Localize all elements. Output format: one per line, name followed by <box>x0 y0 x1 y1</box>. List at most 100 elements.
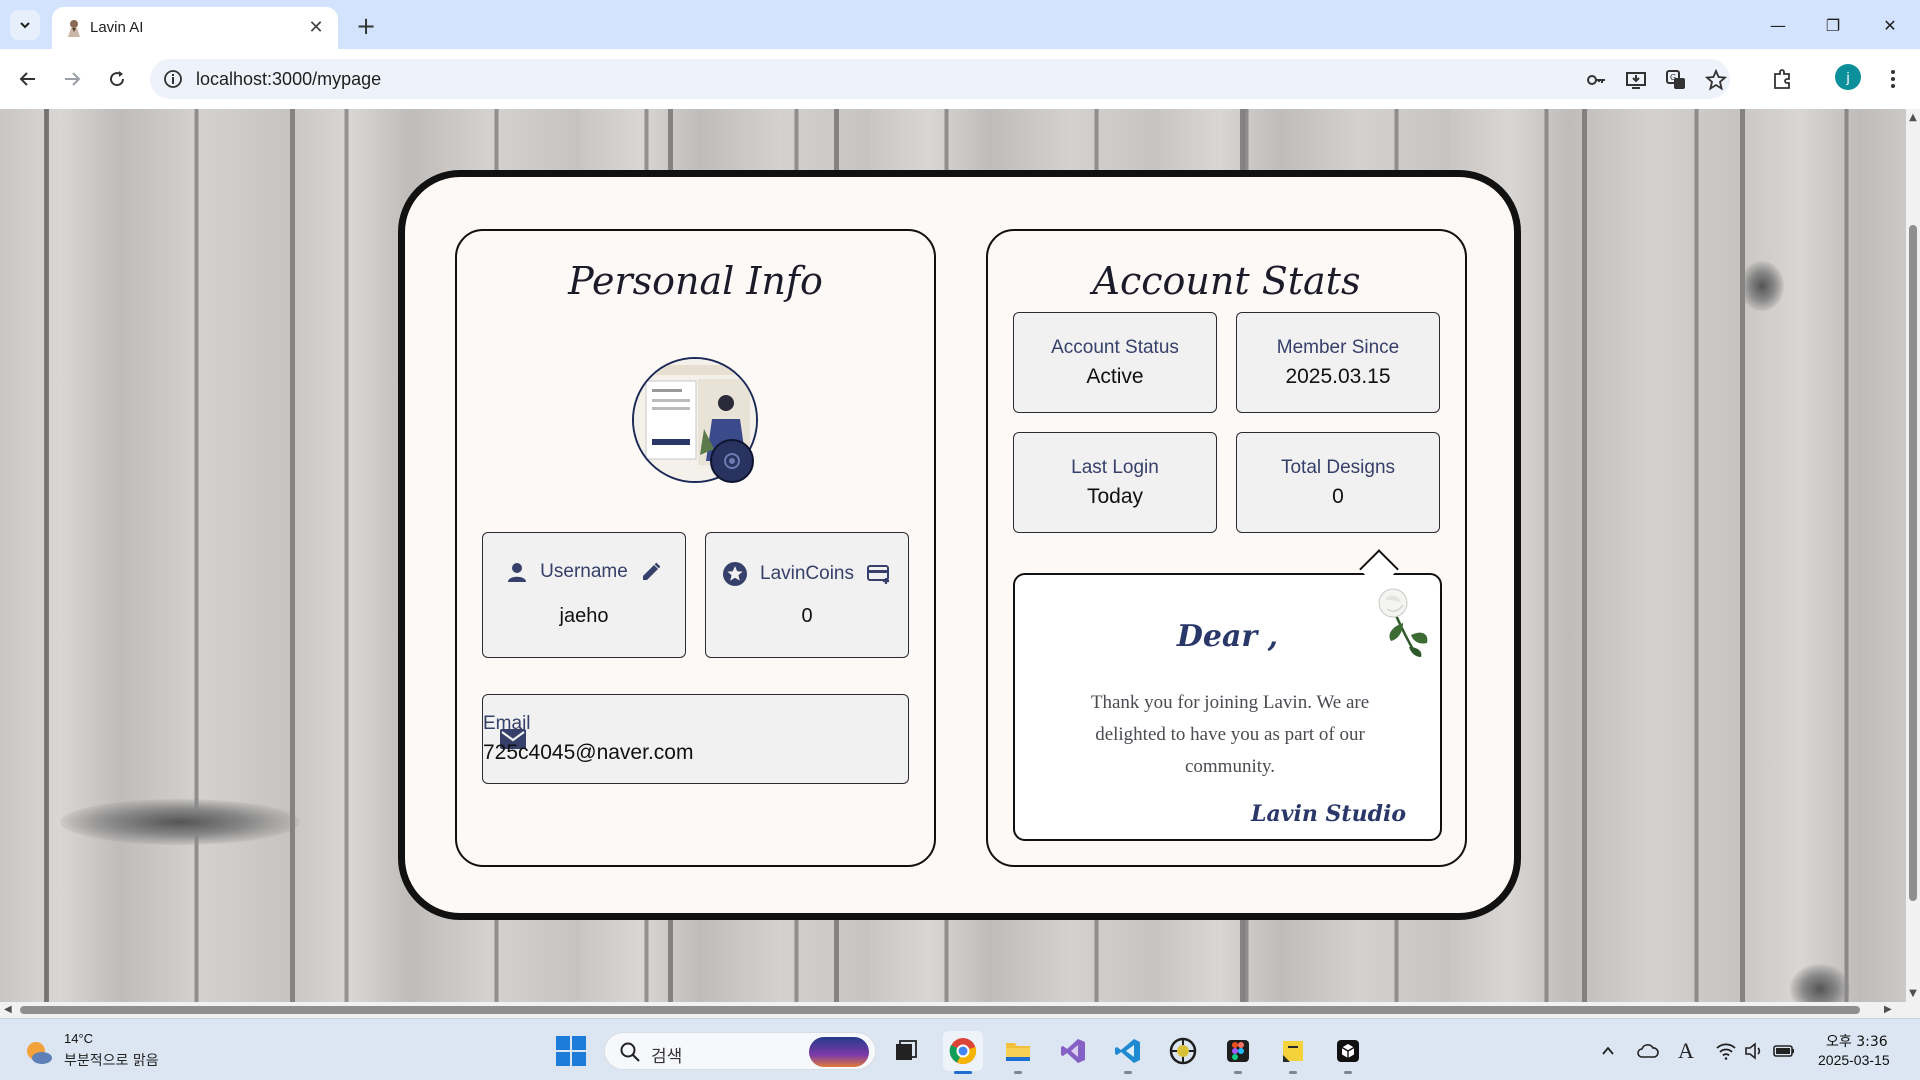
bookmark-star-icon[interactable] <box>1704 68 1728 92</box>
account-stats-panel: Account Stats Account Status Active Memb… <box>986 229 1467 867</box>
puzzle-icon <box>1774 69 1790 89</box>
browser-menu-button[interactable] <box>1877 63 1909 95</box>
vertical-scroll-thumb[interactable] <box>1909 225 1917 901</box>
taskbar-app-globe[interactable] <box>1163 1031 1203 1071</box>
taskbar-visual-studio[interactable] <box>1053 1031 1093 1071</box>
taskbar-chrome[interactable] <box>943 1031 983 1074</box>
extensions-button[interactable] <box>1766 63 1798 95</box>
reload-button[interactable] <box>101 63 133 95</box>
globe-app-icon <box>1169 1037 1197 1065</box>
running-indicator <box>1289 1071 1297 1074</box>
windows-logo-icon <box>572 1052 586 1066</box>
username-value: jaeho <box>559 605 609 627</box>
scroll-up-arrow-icon[interactable]: ▲ <box>1908 113 1918 123</box>
stat-total-designs: Total Designs 0 <box>1236 432 1440 533</box>
taskbar-app-box[interactable] <box>1328 1031 1368 1074</box>
svg-text:G: G <box>1670 73 1676 82</box>
ime-font-icon[interactable]: A <box>1674 1038 1698 1063</box>
install-app-icon[interactable] <box>1624 68 1648 92</box>
letter-body: Thank you for joining Lavin. We are deli… <box>1090 692 1370 777</box>
address-bar[interactable]: localhost:3000/mypage G <box>150 59 1730 99</box>
taskbar-figma[interactable] <box>1218 1031 1258 1074</box>
url-text[interactable]: localhost:3000/mypage <box>196 69 381 90</box>
back-button[interactable] <box>12 63 44 95</box>
chrome-icon <box>949 1038 977 1065</box>
stat-value: Today <box>1086 485 1144 508</box>
running-indicator <box>954 1071 972 1074</box>
stat-value: 0 <box>1332 485 1344 508</box>
personal-info-title: Personal Info <box>568 259 823 303</box>
stat-value: Active <box>1086 365 1144 388</box>
visual-studio-icon <box>1061 1039 1085 1063</box>
horizontal-scrollbar[interactable]: ◀ ▶ <box>0 1002 1920 1018</box>
new-tab-button[interactable]: + <box>352 12 380 40</box>
start-button[interactable] <box>556 1036 586 1066</box>
taskbar-search[interactable]: 검색 <box>604 1032 876 1070</box>
change-photo-button[interactable] <box>710 439 754 483</box>
onedrive-cloud-icon[interactable] <box>1636 1039 1660 1063</box>
profile-image-wrapper <box>632 357 758 483</box>
sticky-notes-icon <box>1283 1041 1303 1062</box>
running-indicator <box>1124 1071 1132 1074</box>
search-icon <box>620 1042 640 1062</box>
add-card-icon[interactable] <box>866 563 892 585</box>
stat-label: Last Login <box>1071 457 1159 478</box>
mypage-card: Personal Info Username jaeho LavinCoins … <box>398 170 1521 920</box>
stat-label: Member Since <box>1276 337 1400 358</box>
wood-knot <box>60 799 300 845</box>
forward-button[interactable] <box>56 63 88 95</box>
taskbar-task-view[interactable] <box>886 1031 926 1071</box>
scroll-left-arrow-icon[interactable]: ◀ <box>4 1004 12 1015</box>
horizontal-scroll-thumb[interactable] <box>20 1006 1860 1014</box>
scroll-right-arrow-icon[interactable]: ▶ <box>1884 1004 1892 1015</box>
tab-search-button[interactable] <box>10 10 40 40</box>
wood-knot <box>1790 964 1850 1002</box>
wifi-icon[interactable] <box>1714 1039 1738 1063</box>
clock-date[interactable]: 2025-03-15 <box>1818 1052 1890 1068</box>
translate-icon[interactable]: G <box>1664 68 1688 92</box>
taskbar-file-explorer[interactable] <box>998 1031 1038 1074</box>
running-indicator <box>1344 1071 1352 1074</box>
lavincoins-label: LavinCoins <box>760 563 854 584</box>
info-icon[interactable] <box>162 68 184 90</box>
letter-greeting: Dear , <box>1176 619 1279 654</box>
edit-pencil-icon[interactable] <box>640 561 662 583</box>
chevron-down-icon <box>20 22 30 29</box>
scroll-down-arrow-icon[interactable]: ▼ <box>1908 989 1918 999</box>
windows-taskbar: 14°C 부분적으로 맑음 검색 A 오후 3:36 2025-03-15 <box>0 1018 1920 1080</box>
weather-temperature[interactable]: 14°C <box>64 1031 93 1046</box>
battery-icon[interactable] <box>1772 1039 1796 1063</box>
arrow-left-icon <box>19 72 35 86</box>
stat-last-login: Last Login Today <box>1013 432 1217 533</box>
stat-value: 2025.03.15 <box>1285 365 1391 388</box>
minimize-button[interactable]: — <box>1758 10 1798 40</box>
volume-icon[interactable] <box>1742 1039 1766 1063</box>
windows-logo-icon <box>572 1036 586 1050</box>
vertical-scrollbar[interactable]: ▲ ▼ <box>1906 109 1920 1002</box>
windows-logo-icon <box>556 1036 570 1050</box>
wood-plank-seam <box>1582 109 1587 1002</box>
wood-plank-seam <box>1740 109 1745 1002</box>
username-card: Username jaeho <box>482 532 686 658</box>
account-stats-title: Account Stats <box>1092 259 1361 303</box>
lavincoins-card: LavinCoins 0 <box>705 532 909 658</box>
vscode-icon <box>1115 1039 1140 1063</box>
profile-avatar[interactable]: j <box>1835 64 1861 90</box>
wood-knot <box>1740 261 1784 311</box>
tab-title: Lavin AI <box>90 19 144 36</box>
wood-plank-seam <box>290 109 295 1002</box>
stat-account-status: Account Status Active <box>1013 312 1217 413</box>
taskbar-sticky-notes[interactable] <box>1273 1031 1313 1074</box>
password-key-icon[interactable] <box>1584 68 1608 92</box>
weather-description[interactable]: 부분적으로 맑음 <box>64 1050 159 1070</box>
personal-info-panel: Personal Info Username jaeho LavinCoins … <box>455 229 936 867</box>
taskbar-vscode[interactable] <box>1108 1031 1148 1074</box>
active-tab[interactable]: Lavin AI ✕ <box>52 7 338 49</box>
restore-button[interactable]: ❐ <box>1813 10 1853 40</box>
tab-close-button[interactable]: ✕ <box>304 15 328 39</box>
partly-sunny-icon[interactable] <box>24 1037 54 1067</box>
search-placeholder: 검색 <box>651 1047 683 1067</box>
tray-overflow-chevron-icon[interactable] <box>1596 1039 1620 1063</box>
clock-time[interactable]: 오후 3:36 <box>1826 1031 1888 1051</box>
close-window-button[interactable]: ✕ <box>1870 10 1910 40</box>
